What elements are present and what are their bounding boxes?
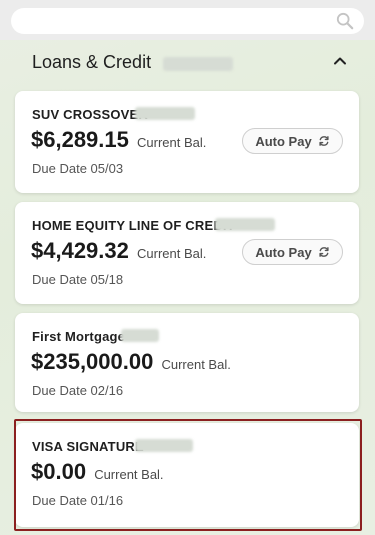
redacted-account-number xyxy=(121,329,159,342)
balance-amount: $6,289.15 xyxy=(31,127,129,152)
chevron-up-icon[interactable] xyxy=(332,53,348,69)
search-input[interactable] xyxy=(11,8,364,34)
redacted-account-number xyxy=(135,107,195,120)
account-card-home-equity[interactable]: HOME EQUITY LINE OF CREDIT $4,429.32 Cur… xyxy=(15,202,359,304)
auto-pay-label: Auto Pay xyxy=(255,133,312,149)
balance-label: Current Bal. xyxy=(137,246,207,261)
account-card-first-mortgage[interactable]: First Mortgage $235,000.00 Current Bal. … xyxy=(15,313,359,412)
balance-label: Current Bal. xyxy=(161,357,231,372)
current-balance: $6,289.15 Current Bal. xyxy=(31,127,206,153)
refresh-icon xyxy=(319,136,329,146)
balance-label: Current Bal. xyxy=(137,135,207,150)
due-date: Due Date 02/16 xyxy=(32,383,124,398)
search-icon[interactable] xyxy=(336,12,354,30)
account-card-suv-crossover[interactable]: SUV CROSSOVER $6,289.15 Current Bal. Due… xyxy=(15,91,359,193)
balance-label: Current Bal. xyxy=(94,467,164,482)
redacted-total xyxy=(163,57,233,71)
auto-pay-button[interactable]: Auto Pay xyxy=(242,239,343,265)
account-card-visa-signature[interactable]: VISA SIGNATURE $0.00 Current Bal. Due Da… xyxy=(15,423,359,527)
auto-pay-button[interactable]: Auto Pay xyxy=(242,128,343,154)
loans-credit-header[interactable]: Loans & Credit xyxy=(0,40,375,86)
account-name: SUV CROSSOVER xyxy=(32,107,149,122)
current-balance: $235,000.00 Current Bal. xyxy=(31,349,231,375)
redacted-account-number xyxy=(215,218,275,231)
current-balance: $0.00 Current Bal. xyxy=(31,459,164,485)
redacted-account-number xyxy=(135,439,193,452)
balance-amount: $235,000.00 xyxy=(31,349,154,374)
due-date: Due Date 05/18 xyxy=(32,272,124,287)
due-date: Due Date 05/03 xyxy=(32,161,124,176)
section-title: Loans & Credit xyxy=(32,52,152,72)
account-name: VISA SIGNATURE xyxy=(32,439,144,454)
balance-amount: $4,429.32 xyxy=(31,238,129,263)
current-balance: $4,429.32 Current Bal. xyxy=(31,238,206,264)
auto-pay-label: Auto Pay xyxy=(255,244,312,260)
account-name: First Mortgage xyxy=(32,329,126,344)
refresh-icon xyxy=(319,247,329,257)
due-date: Due Date 01/16 xyxy=(32,493,124,508)
balance-amount: $0.00 xyxy=(31,459,87,484)
top-bar xyxy=(0,0,375,40)
account-name: HOME EQUITY LINE OF CREDIT xyxy=(32,218,235,233)
